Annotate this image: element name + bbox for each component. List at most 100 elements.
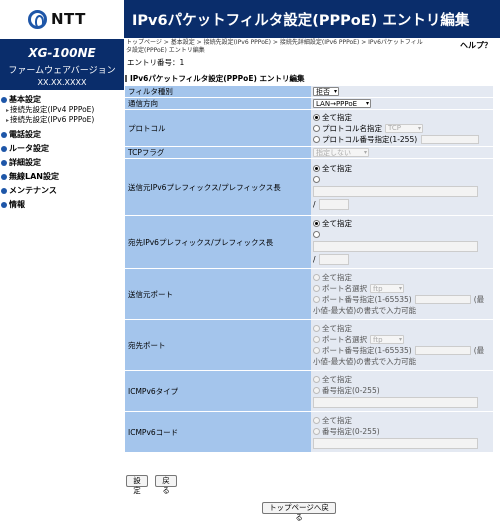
src-port-number-radio[interactable]: [313, 296, 320, 303]
filter-type-label: フィルタ種別: [125, 86, 311, 97]
arrow-icon: ▸: [6, 117, 10, 124]
section-title: IPv6パケットフィルタ設定(PPPoE) エントリ編集: [125, 73, 304, 84]
protocol-name-select[interactable]: TCP ▾: [385, 123, 423, 133]
tcp-flag-select[interactable]: 指定しない ▾: [313, 148, 369, 158]
icmp-code-number-radio[interactable]: [313, 427, 320, 435]
src-port-name-label: ポート名選択: [322, 284, 367, 293]
sidebar-nav: 基本設定 ▸接続先設定(IPv4 PPPoE) ▸接続先設定(IPv6 PPPo…: [0, 94, 124, 210]
ntt-logo-icon: [28, 9, 47, 29]
dst-prefix-all-radio[interactable]: [313, 220, 320, 227]
row-icmp-code: ICMPv6コード 全て指定 番号指定(0-255): [125, 412, 493, 452]
chevron-down-icon: ▾: [398, 336, 402, 343]
row-tcp-flag: TCPフラグ 指定しない ▾: [125, 147, 493, 158]
protocol-label: プロトコル: [125, 110, 311, 146]
breadcrumb[interactable]: トップページ > 基本設定 > 接続先設定(IPv6 PPPoE) > 接続先詳…: [126, 39, 426, 55]
tcp-flag-label: TCPフラグ: [125, 147, 311, 158]
dst-prefix-slash: /: [313, 255, 316, 264]
nav-basic-settings[interactable]: 基本設定: [0, 94, 124, 105]
dst-port-number-input[interactable]: [414, 346, 471, 355]
dst-port-name-label: ポート名選択: [322, 335, 367, 344]
icmp-type-all-radio[interactable]: [313, 375, 320, 383]
dst-prefix-length-input[interactable]: [318, 254, 349, 265]
dst-port-name-radio[interactable]: [313, 336, 320, 343]
row-filter-type: フィルタ種別 拒否 ▾: [125, 86, 493, 97]
protocol-number-radio[interactable]: [313, 135, 320, 143]
icmp-code-input[interactable]: [313, 437, 478, 449]
page-title: IPv6パケットフィルタ設定(PPPoE) エントリ編集: [124, 0, 500, 38]
dst-prefix-input[interactable]: [313, 241, 478, 252]
chevron-down-icon: ▾: [363, 149, 367, 157]
row-icmp-type: ICMPv6タイプ 全て指定 番号指定(0-255): [125, 371, 493, 411]
nav-connection-ipv4[interactable]: ▸接続先設定(IPv4 PPPoE): [0, 105, 124, 115]
icmp-code-all-radio[interactable]: [313, 416, 320, 424]
model-panel: XG-100NE ファームウェアバージョン XX.XX.XXXX: [0, 38, 124, 90]
nav-connection-ipv6[interactable]: ▸接続先設定(IPv6 PPPoE): [0, 115, 124, 125]
src-port-name-select[interactable]: ftp ▾: [370, 284, 404, 293]
src-prefix-specify-radio[interactable]: [313, 176, 320, 183]
src-prefix-all-label: 全て指定: [322, 164, 352, 173]
row-src-prefix: 送信元IPv6プレフィックス/プレフィックス長 全て指定 /: [125, 159, 493, 215]
bullet-icon: [1, 145, 7, 152]
dst-port-number-label: ポート番号指定(1-65535): [322, 346, 412, 355]
logo-text: NTT: [51, 10, 86, 28]
firmware-version: XX.XX.XXXX: [37, 78, 87, 87]
icmp-code-number-label: 番号指定(0-255): [322, 426, 380, 436]
dst-port-name-select[interactable]: ftp ▾: [370, 335, 404, 344]
bullet-icon: [1, 159, 7, 166]
src-prefix-input[interactable]: [313, 186, 478, 197]
direction-label: 通信方向: [125, 98, 311, 109]
dst-port-hint-b: 小値-最大値)の書式で入力可能: [313, 357, 417, 366]
src-prefix-length-input[interactable]: [318, 199, 349, 210]
help-link[interactable]: ヘルプ？: [460, 40, 492, 51]
dst-port-label: 宛先ポート: [125, 320, 311, 370]
nav-information[interactable]: 情報: [0, 199, 124, 210]
chevron-down-icon: ▾: [365, 100, 369, 108]
nav-maintenance[interactable]: メンテナンス: [0, 185, 124, 196]
nav-wireless-settings[interactable]: 無線LAN設定: [0, 171, 124, 182]
icmp-type-number-radio[interactable]: [313, 386, 320, 394]
row-src-port: 送信元ポート 全て指定 ポート名選択 ftp ▾ ポート番号指定(1-65535) (…: [125, 269, 493, 319]
firmware-label: ファームウェアバージョン: [8, 66, 116, 76]
src-port-all-radio[interactable]: [313, 274, 320, 281]
model-name: XG-100NE: [28, 46, 96, 60]
bullet-icon: [1, 201, 7, 208]
icmp-code-label: ICMPv6コード: [125, 412, 311, 452]
bullet-icon: [1, 96, 7, 103]
dst-port-number-radio[interactable]: [313, 347, 320, 354]
nav-router-settings[interactable]: ルータ設定: [0, 143, 124, 154]
src-port-label: 送信元ポート: [125, 269, 311, 319]
protocol-all-radio[interactable]: [313, 113, 320, 121]
icmp-type-label: ICMPv6タイプ: [125, 371, 311, 411]
back-button[interactable]: 戻る: [155, 475, 177, 495]
src-port-number-input[interactable]: [414, 295, 471, 304]
set-button[interactable]: 設定: [126, 475, 148, 495]
arrow-icon: ▸: [6, 107, 10, 114]
protocol-name-radio[interactable]: [313, 124, 320, 132]
dst-port-all-label: 全て指定: [322, 324, 352, 333]
chevron-down-icon: ▾: [417, 124, 421, 132]
row-dst-prefix: 宛先IPv6プレフィックス/プレフィックス長 全て指定 /: [125, 216, 493, 268]
top-page-button[interactable]: トップページへ戻る: [262, 502, 336, 522]
src-port-all-label: 全て指定: [322, 273, 352, 282]
src-port-hint-b: 小値-最大値)の書式で入力可能: [313, 306, 417, 315]
entry-number: エントリ番号：1: [127, 58, 185, 67]
bullet-icon: [1, 131, 7, 138]
protocol-name-label: プロトコル名指定: [322, 123, 382, 133]
protocol-all-label: 全て指定: [322, 112, 352, 122]
src-port-name-radio[interactable]: [313, 285, 320, 292]
icmp-type-all-label: 全て指定: [322, 374, 352, 384]
protocol-number-label: プロトコル番号指定(1-255): [322, 134, 418, 144]
row-direction: 通信方向 LAN→PPPoE ▾: [125, 98, 493, 109]
src-prefix-slash: /: [313, 200, 316, 209]
nav-phone-settings[interactable]: 電話設定: [0, 129, 124, 140]
dst-port-all-radio[interactable]: [313, 325, 320, 332]
src-prefix-all-radio[interactable]: [313, 165, 320, 172]
nav-advanced-settings[interactable]: 詳細設定: [0, 157, 124, 168]
filter-type-select[interactable]: 拒否 ▾: [313, 87, 339, 97]
dst-prefix-specify-radio[interactable]: [313, 231, 320, 238]
direction-select[interactable]: LAN→PPPoE ▾: [313, 99, 371, 109]
dst-prefix-all-label: 全て指定: [322, 219, 352, 228]
protocol-number-input[interactable]: [421, 134, 480, 144]
icmp-type-input[interactable]: [313, 396, 478, 408]
icmp-code-all-label: 全て指定: [322, 415, 352, 425]
